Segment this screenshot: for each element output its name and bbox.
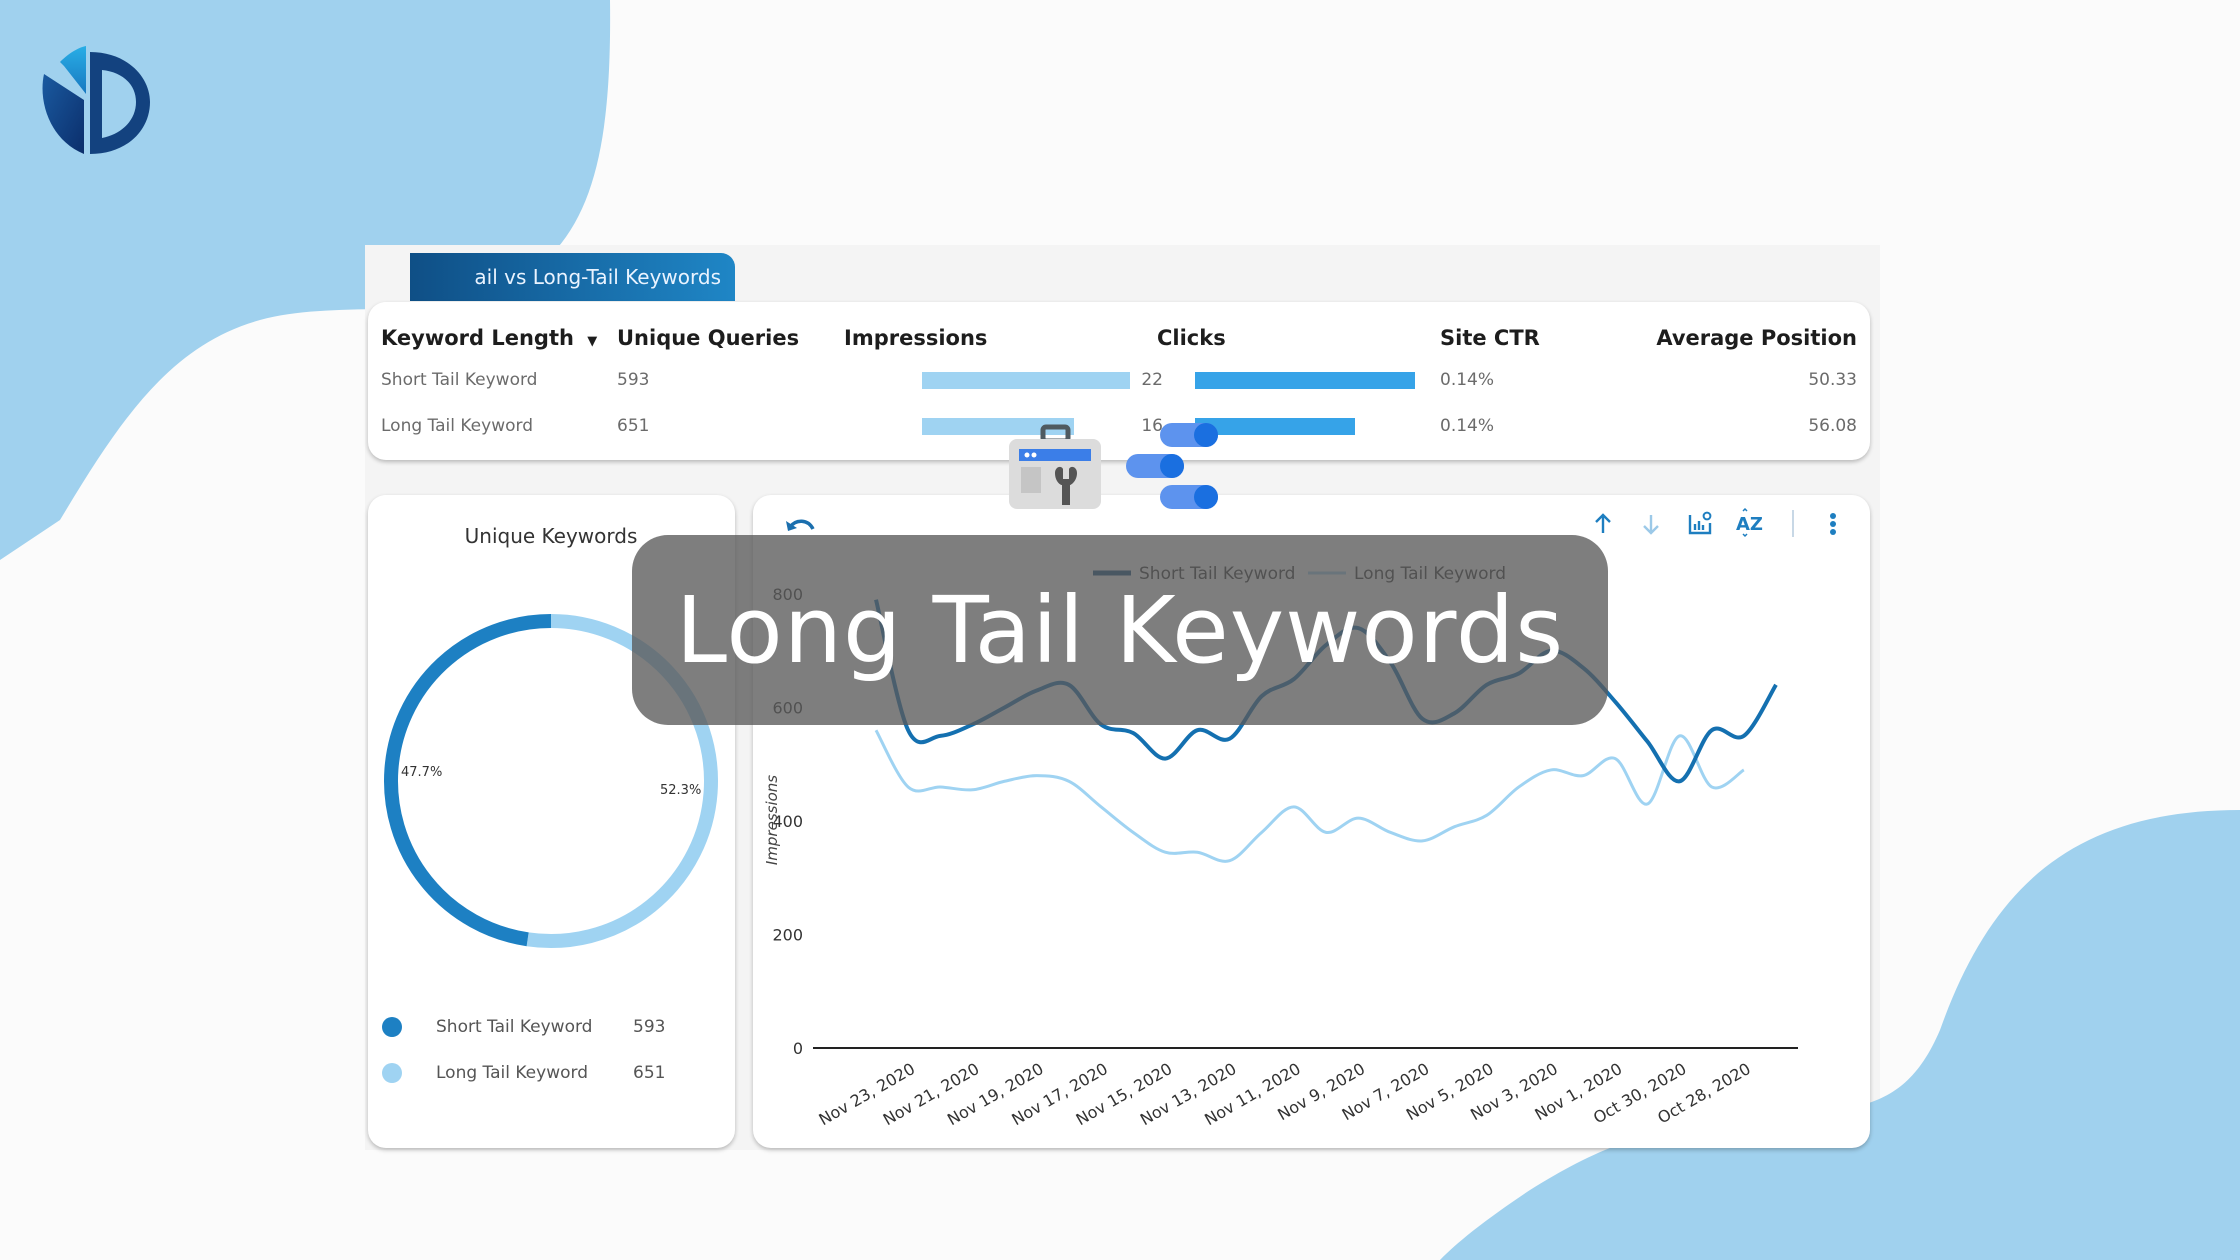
legend-item-short-tail[interactable]: Short Tail Keyword 593 xyxy=(382,1017,665,1037)
legend-value: 593 xyxy=(633,1017,665,1037)
y-tick-label: 200 xyxy=(772,926,803,945)
more-vert-icon[interactable] xyxy=(1830,513,1836,535)
legend-swatch xyxy=(382,1063,402,1083)
legend-value: 651 xyxy=(633,1063,665,1083)
cell-keyword-length: Short Tail Keyword xyxy=(381,370,538,390)
impressions-bar xyxy=(922,372,1130,389)
y-tick-label: 0 xyxy=(793,1039,803,1058)
slice-label-short-tail: 47.7% xyxy=(401,765,442,780)
chart-explore-icon[interactable] xyxy=(1688,511,1712,535)
header-average-position[interactable]: Average Position xyxy=(1656,326,1857,350)
donut-title: Unique Keywords xyxy=(465,524,638,548)
legend-label: Long Tail Keyword xyxy=(436,1063,588,1083)
slice-label-long-tail: 52.3% xyxy=(660,783,701,798)
svg-text:AZ: AZ xyxy=(1736,514,1763,535)
google-search-console-icon xyxy=(1009,424,1101,509)
cell-unique-queries: 593 xyxy=(617,370,650,390)
header-keyword-length[interactable]: Keyword Length ▼ xyxy=(381,326,597,350)
header-unique-queries[interactable]: Unique Queries xyxy=(617,326,799,350)
looker-studio-icon xyxy=(1126,423,1218,509)
header-impressions[interactable]: Impressions xyxy=(844,326,987,350)
sort-az-icon[interactable]: AZ xyxy=(1736,507,1763,538)
brand-logo-icon[interactable] xyxy=(42,42,152,157)
report-tab-short-vs-long-tail[interactable]: ail vs Long-Tail Keywords xyxy=(410,253,735,301)
arrow-down-icon[interactable] xyxy=(1643,515,1659,535)
cell-unique-queries: 651 xyxy=(617,416,650,436)
header-site-ctr[interactable]: Site CTR xyxy=(1440,326,1540,350)
cell-clicks: 22 xyxy=(1141,370,1163,390)
header-clicks[interactable]: Clicks xyxy=(1157,326,1226,350)
cell-keyword-length: Long Tail Keyword xyxy=(381,416,533,436)
overlay-title: Long Tail Keywords xyxy=(675,576,1565,684)
cell-average-position: 56.08 xyxy=(1808,416,1857,436)
legend-label: Short Tail Keyword xyxy=(436,1017,592,1037)
cell-average-position: 50.33 xyxy=(1808,370,1857,390)
clicks-bar xyxy=(1195,372,1415,389)
donut-slice-short-tail[interactable] xyxy=(384,614,552,947)
arrow-up-icon[interactable] xyxy=(1595,513,1611,533)
cell-site-ctr: 0.14% xyxy=(1440,416,1495,436)
title-overlay-banner: Long Tail Keywords xyxy=(632,535,1608,725)
caret-down-icon[interactable]: ▼ xyxy=(587,334,597,349)
legend-item-long-tail[interactable]: Long Tail Keyword 651 xyxy=(382,1063,665,1083)
series-line-long-tail[interactable] xyxy=(874,729,1745,863)
y-axis-title: Impressions xyxy=(763,775,781,865)
legend-swatch xyxy=(382,1017,402,1037)
keyword-length-table: Keyword Length ▼ Unique Queries Impressi… xyxy=(368,302,1870,460)
undo-icon[interactable] xyxy=(786,519,815,531)
cell-site-ctr: 0.14% xyxy=(1440,370,1495,390)
